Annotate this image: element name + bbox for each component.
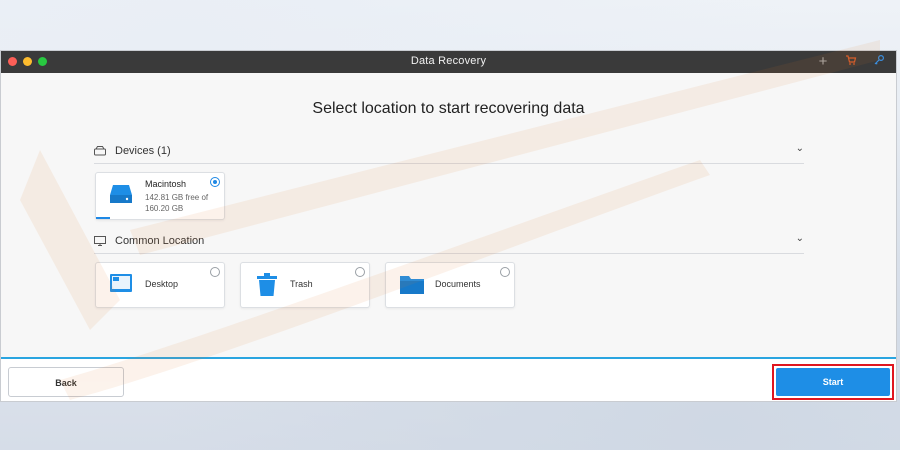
location-label: Desktop [145, 279, 179, 289]
trash-icon [257, 273, 277, 296]
devices-section-header[interactable]: Devices (1) ⌄ [94, 143, 804, 164]
chevron-down-icon[interactable]: ⌄ [796, 143, 804, 154]
title-bar: Data Recovery + [1, 51, 896, 73]
chevron-down-icon[interactable]: ⌄ [796, 233, 804, 244]
location-label: Documents [435, 279, 481, 289]
drive-icon [94, 146, 106, 156]
location-radio[interactable] [210, 267, 220, 277]
device-radio[interactable] [210, 177, 220, 187]
folder-icon [400, 276, 424, 294]
key-icon[interactable] [872, 54, 886, 70]
app-window: Data Recovery + Select location to start… [0, 50, 897, 402]
toolbar-icons: + [816, 54, 886, 70]
common-location-label: Common Location [115, 235, 205, 247]
location-card-desktop[interactable]: Desktop [95, 262, 225, 308]
start-button[interactable]: Start [776, 368, 890, 396]
hard-drive-icon [110, 185, 132, 203]
scan-progress-indicator [96, 217, 110, 219]
location-label: Trash [290, 279, 313, 289]
device-name: Macintosh [145, 179, 187, 189]
location-card-trash[interactable]: Trash [240, 262, 370, 308]
back-button[interactable]: Back [8, 367, 124, 397]
location-card-documents[interactable]: Documents [385, 262, 515, 308]
page-heading: Select location to start recovering data [312, 100, 585, 117]
window-title: Data Recovery [410, 55, 487, 67]
device-free-space: 142.81 GB free of 160.20 GB [145, 193, 209, 213]
device-card-macintosh[interactable]: Macintosh 142.81 GB free of 160.20 GB [95, 172, 225, 220]
cart-icon[interactable] [844, 54, 858, 70]
plus-icon[interactable]: + [816, 54, 830, 70]
monitor-icon [94, 236, 106, 246]
common-location-section-header[interactable]: Common Location ⌄ [94, 233, 804, 254]
devices-section-label: Devices (1) [115, 145, 171, 157]
start-button-highlight: Start [772, 364, 894, 400]
location-radio[interactable] [355, 267, 365, 277]
footer-bar: Back Start [1, 357, 896, 401]
desktop-icon [110, 274, 132, 292]
location-radio[interactable] [500, 267, 510, 277]
